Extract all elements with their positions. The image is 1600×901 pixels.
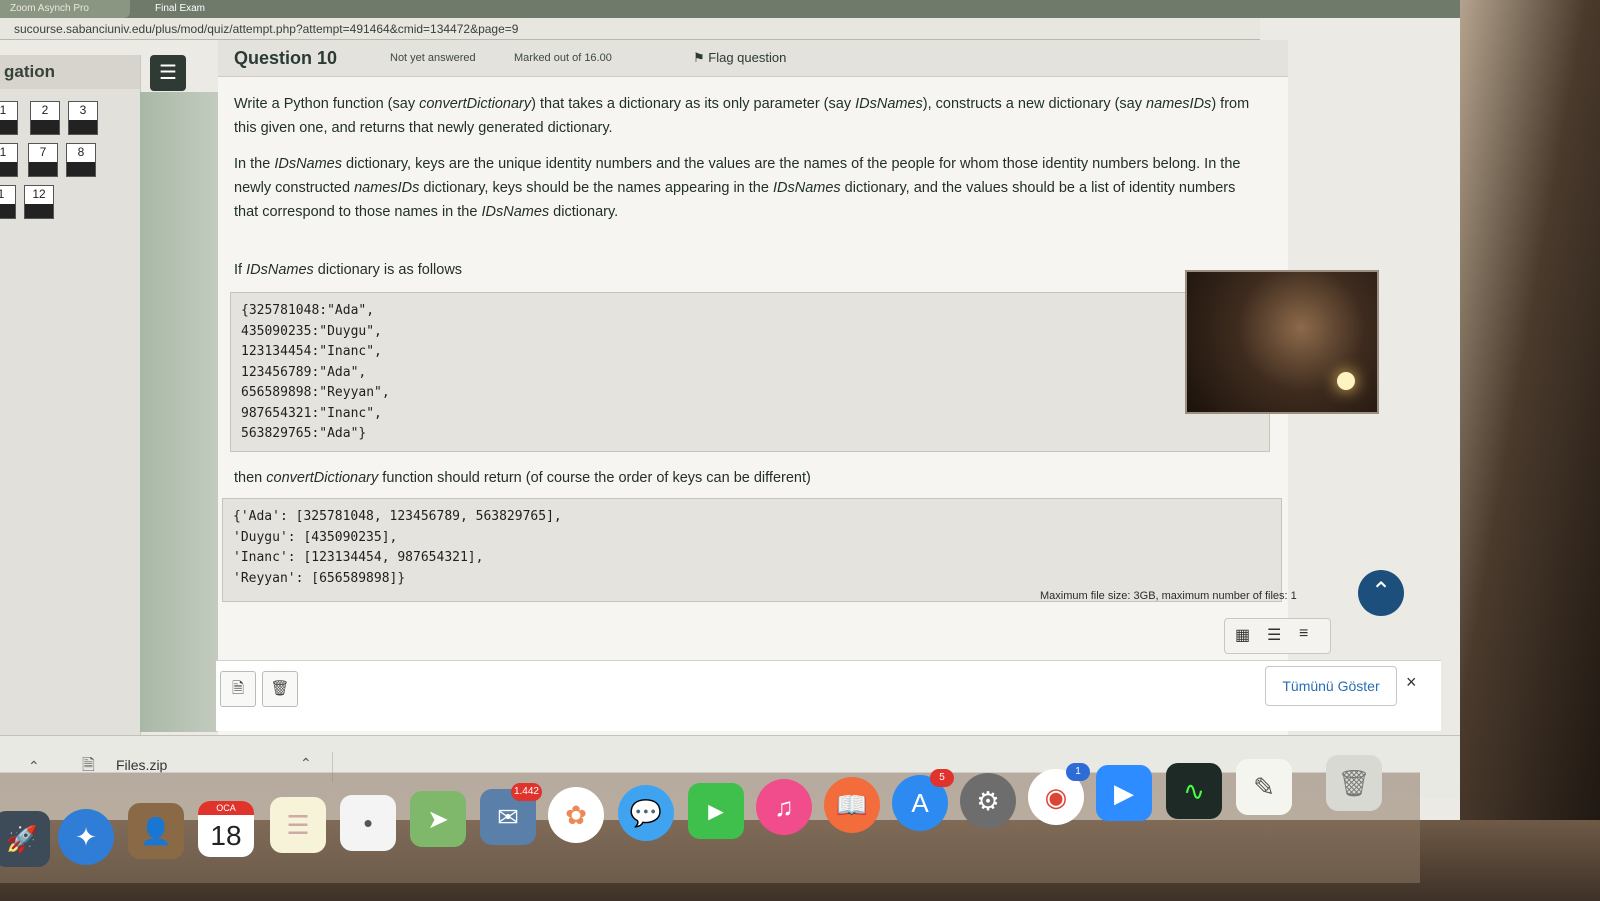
code-line: 435090235:"Duygu", — [241, 323, 382, 339]
webcam-light — [1337, 372, 1355, 390]
question-paragraph-1: Write a Python function (say convertDict… — [234, 96, 1250, 136]
download-file-name: Files.zip — [116, 757, 168, 773]
scroll-to-top-button[interactable]: ⌃ — [1358, 570, 1404, 616]
add-file-icon[interactable]: 🗎 — [220, 671, 256, 707]
chevron-up-icon[interactable]: ⌃ — [300, 755, 312, 772]
zoom-icon[interactable]: ▶ — [1096, 765, 1152, 821]
output-example-code: {'Ada': [325781048, 123456789, 563829765… — [222, 498, 1282, 602]
mail-icon[interactable]: ✉ 1.442 — [480, 783, 542, 845]
trash-bin-icon[interactable]: 🗑 — [1326, 755, 1382, 811]
nav-question-box[interactable]: 1 — [0, 185, 16, 219]
nav-question-box[interactable]: 2 — [30, 101, 60, 135]
system-preferences-icon[interactable]: ⚙ — [960, 773, 1016, 829]
code-line: 563829765:"Ada"} — [241, 426, 367, 441]
code-line: 656589898:"Reyyan", — [241, 385, 390, 400]
safari-icon[interactable]: ✦ — [58, 809, 114, 865]
quiz-navigation-title: gation — [0, 55, 140, 89]
notes-icon[interactable]: ☰ — [270, 797, 326, 853]
flag-icon: ⚑ — [693, 50, 705, 65]
chrome-icon[interactable]: ◉ 1 — [1028, 763, 1090, 825]
code-line: 987654321:"Inanc", — [241, 405, 382, 421]
nav-question-box[interactable]: 3 — [68, 101, 98, 135]
calendar-icon[interactable]: OCA 18 — [198, 801, 254, 857]
launchpad-icon[interactable]: 🚀 — [0, 811, 50, 867]
nav-question-box[interactable]: 7 — [28, 143, 58, 177]
webcam-preview — [1185, 270, 1379, 414]
browser-tab-exam[interactable]: Final Exam — [145, 0, 215, 18]
app-store-badge: 5 — [930, 769, 954, 787]
list-view-icon[interactable]: ☰ — [1267, 625, 1281, 645]
mac-dock: 🚀 ✦ 👤 OCA 18 ☰ • ➤ ✉ 1.442 ✿ 💬 ► ♫ 📖 A5 ⚙… — [0, 755, 1420, 883]
trash-icon[interactable]: 🗑 — [262, 671, 298, 707]
grid-view-icon[interactable]: ▦ — [1235, 625, 1250, 645]
file-drop-area[interactable]: 🗎 🗑 — [216, 660, 1441, 731]
close-icon[interactable]: × — [1406, 672, 1417, 693]
browser-tab-strip: Zoom Asynch Pro Final Exam — [0, 0, 1460, 18]
question-mark: Marked out of 16.00 — [514, 52, 612, 64]
browser-tab-zoom[interactable]: Zoom Asynch Pro — [0, 0, 130, 18]
facetime-icon[interactable]: ► — [688, 783, 744, 839]
input-example-code: {325781048:"Ada", 435090235:"Duygu", 123… — [230, 292, 1270, 452]
file-size-limit: Maximum file size: 3GB, maximum number o… — [1040, 590, 1297, 602]
code-line: 123134454:"Inanc", — [241, 344, 382, 359]
nav-question-box[interactable]: 1 — [0, 101, 18, 135]
code-line: 'Duygu': [435090235], — [233, 529, 398, 545]
filepicker-view-switcher: ▦ ☰ ≡ — [1224, 618, 1331, 654]
maps-icon[interactable]: ➤ — [410, 791, 466, 847]
nav-question-box[interactable]: 12 — [24, 185, 54, 219]
address-bar[interactable]: sucourse.sabanciuniv.edu/plus/mod/quiz/a… — [0, 18, 1260, 40]
nav-question-box[interactable]: 8 — [66, 143, 96, 177]
drawer-toggle-button[interactable]: ☰ — [150, 55, 186, 91]
flag-question-link[interactable]: ⚑ Flag question — [693, 50, 786, 66]
question-paragraph-2: In the IDsNames dictionary, keys are the… — [234, 156, 1241, 220]
question-paragraph-3: If IDsNames dictionary is as follows — [234, 262, 463, 278]
chrome-badge: 1 — [1066, 763, 1090, 781]
textedit-icon[interactable]: ✎ — [1236, 759, 1292, 815]
quiz-navigation-panel: gation 1 2 3 1 7 8 1 12 — [0, 55, 141, 745]
question-state: Not yet answered — [390, 52, 476, 64]
books-icon[interactable]: 📖 — [824, 777, 880, 833]
page-background-pattern — [140, 92, 218, 732]
itunes-icon[interactable]: ♫ — [756, 779, 812, 835]
question-header: Question 10 Not yet answered Marked out … — [218, 40, 1288, 77]
contacts-icon[interactable]: 👤 — [128, 803, 184, 859]
nav-question-box[interactable]: 1 — [0, 143, 18, 177]
screen: Zoom Asynch Pro Final Exam sucourse.saba… — [0, 0, 1460, 820]
photos-icon[interactable]: ✿ — [548, 787, 604, 843]
question-paragraph-4: then convertDictionary function should r… — [234, 470, 811, 486]
code-line: 'Inanc': [123134454, 987654321], — [233, 550, 484, 565]
mail-badge: 1.442 — [510, 783, 542, 801]
code-line: {325781048:"Ada", — [241, 303, 375, 318]
question-content: Question 10 Not yet answered Marked out … — [218, 40, 1288, 740]
app-store-icon[interactable]: A5 — [892, 769, 954, 831]
messages-icon[interactable]: 💬 — [618, 785, 674, 841]
tree-view-icon[interactable]: ≡ — [1299, 625, 1308, 643]
code-line: {'Ada': [325781048, 123456789, 563829765… — [233, 509, 562, 524]
show-all-button[interactable]: Tümünü Göster — [1265, 666, 1397, 706]
code-line: 'Reyyan': [656589898]} — [233, 570, 406, 586]
activity-monitor-icon[interactable]: ∿ — [1166, 763, 1222, 819]
code-line: 123456789:"Ada", — [241, 364, 367, 380]
reminders-icon[interactable]: • — [340, 795, 396, 851]
flag-question-label: Flag question — [708, 50, 787, 65]
question-title: Question 10 — [234, 48, 338, 68]
